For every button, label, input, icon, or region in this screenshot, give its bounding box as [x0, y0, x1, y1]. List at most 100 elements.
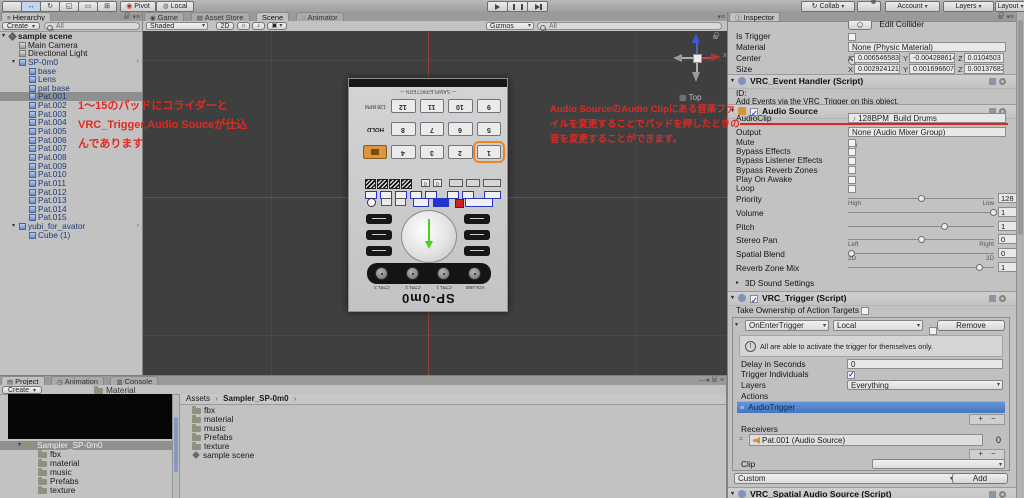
- component-header-vrc-trigger[interactable]: ▾VRC_Trigger (Script): [728, 291, 1016, 307]
- action-item-audiotrigger[interactable]: ≡ AudioTrigger: [737, 401, 1005, 413]
- center-z-field[interactable]: 0.0104503: [963, 53, 1004, 63]
- help-icon[interactable]: [989, 490, 996, 498]
- sampler-device-model[interactable]: — SAMPLE/PATTERN — 128 BPM HOLD 12 11 10 9 8…: [348, 78, 508, 312]
- slider-track[interactable]: [848, 195, 994, 202]
- slider-value-field[interactable]: 128: [998, 193, 1016, 203]
- axis-cone-west[interactable]: [673, 54, 682, 62]
- 2d-toggle-button[interactable]: 2D: [216, 22, 234, 30]
- tree-item[interactable]: music: [0, 467, 172, 477]
- asset-item[interactable]: material: [192, 414, 726, 424]
- remove-button[interactable]: Remove: [937, 320, 1005, 331]
- prefab-arrow-icon[interactable]: ›: [137, 222, 139, 231]
- hand-tool-button[interactable]: [2, 1, 22, 12]
- asset-item[interactable]: fbx: [192, 405, 726, 415]
- slider-track[interactable]: [847, 250, 994, 258]
- slider-track[interactable]: [848, 208, 997, 216]
- hierarchy-item[interactable]: ▾ SP-0m0 ›: [0, 58, 142, 67]
- lock-icon[interactable]: [998, 12, 1004, 19]
- move-gizmo-arrowhead[interactable]: [424, 241, 433, 249]
- audioclip-field[interactable]: ♪ 128BPM_Build Drums: [848, 113, 1006, 123]
- hierarchy-create-button[interactable]: Create ▾: [2, 22, 40, 30]
- foldout-icon[interactable]: ▾: [12, 222, 19, 231]
- remove-action-button[interactable]: −: [991, 414, 996, 423]
- slider-value-field[interactable]: 0: [998, 234, 1016, 245]
- panel-menu-icon[interactable]: ▾≡: [132, 14, 140, 21]
- scene-canvas[interactable]: x z ▦ Top — SAMPLE/PATTERN — 128 BPM HOL…: [143, 31, 727, 375]
- move-tool-button[interactable]: ↔: [21, 1, 41, 12]
- scale-tool-button[interactable]: ◱: [59, 1, 79, 12]
- gear-icon[interactable]: [999, 77, 1006, 85]
- device-pad[interactable]: 7: [419, 122, 444, 136]
- slider-value-field[interactable]: 1: [998, 261, 1016, 272]
- device-pad[interactable]: 8: [391, 122, 416, 136]
- slider-thumb[interactable]: [918, 236, 925, 244]
- audio-toggle-button[interactable]: ♪: [252, 22, 265, 30]
- axis-center-cube[interactable]: [693, 54, 702, 63]
- size-z-field[interactable]: 0.001376825: [963, 64, 1004, 74]
- project-create-button[interactable]: Create ▾: [2, 385, 42, 394]
- prefab-arrow-icon[interactable]: ›: [137, 58, 139, 67]
- draw-mode-dropdown[interactable]: Shaded: [146, 22, 208, 30]
- hierarchy-item[interactable]: Pat.010: [0, 170, 142, 179]
- scrollbar-thumb[interactable]: [1018, 20, 1023, 235]
- scrollbar-thumb[interactable]: [174, 417, 178, 472]
- tree-item[interactable]: texture: [0, 485, 172, 495]
- hierarchy-item[interactable]: Lens: [0, 75, 142, 84]
- randomize-checkbox[interactable]: [929, 326, 937, 335]
- axis-cone-south[interactable]: [692, 72, 700, 82]
- breadcrumb-current[interactable]: Sampler_SP-0m0: [223, 394, 288, 403]
- layers-dropdown[interactable]: Layers ▾: [943, 1, 994, 12]
- receiver-object-field[interactable]: Pat.001 (Audio Source): [749, 434, 983, 446]
- tab-inspector[interactable]: ⓘ Inspector: [729, 12, 781, 22]
- help-icon[interactable]: [989, 77, 996, 85]
- gear-icon[interactable]: [999, 490, 1006, 498]
- play-button[interactable]: [487, 1, 508, 12]
- project-scrollbar[interactable]: [172, 394, 180, 498]
- asset-item[interactable]: music: [192, 423, 726, 433]
- collab-dropdown[interactable]: ↻ Collab ▾: [801, 1, 855, 12]
- clip-dropdown[interactable]: [872, 459, 1005, 469]
- hierarchy-item[interactable]: ▾ yubi_for_avator ›: [0, 222, 142, 231]
- foldout-icon[interactable]: ▾: [735, 321, 742, 328]
- slider-value-field[interactable]: 1: [998, 206, 1016, 217]
- tree-item-root-folder[interactable]: ▾ Sampler_SP-0m0: [0, 440, 172, 450]
- move-gizmo-y-axis[interactable]: [428, 219, 430, 241]
- checkbox[interactable]: [848, 175, 856, 184]
- help-icon[interactable]: [989, 294, 996, 302]
- hierarchy-item[interactable]: Directional Light: [0, 49, 142, 58]
- checkbox[interactable]: [848, 157, 856, 166]
- hierarchy-item[interactable]: Pat.008: [0, 153, 142, 162]
- tab-animator[interactable]: ◌ Animator: [295, 12, 344, 22]
- center-y-field[interactable]: -0.004288614: [909, 53, 956, 63]
- device-pad[interactable]: 10: [448, 99, 473, 113]
- trigger-individuals-checkbox[interactable]: [847, 370, 855, 379]
- remove-receiver-button[interactable]: −: [991, 449, 996, 458]
- hierarchy-item[interactable]: Pat.012: [0, 187, 142, 197]
- device-pad[interactable]: 9: [476, 99, 501, 113]
- hierarchy-item[interactable]: Pat.013: [0, 196, 142, 205]
- hierarchy-item[interactable]: Pat.009: [0, 161, 142, 171]
- lock-icon[interactable]: [711, 376, 718, 382]
- hierarchy-item[interactable]: Cube (1): [0, 230, 142, 240]
- physic-material-field[interactable]: None (Physic Material): [848, 42, 1006, 52]
- layers-dropdown-field[interactable]: Everything: [847, 380, 1003, 390]
- pause-button[interactable]: [507, 1, 528, 12]
- rect-tool-button[interactable]: ▭: [78, 1, 98, 12]
- breadcrumb-assets[interactable]: Assets: [186, 394, 210, 403]
- device-pad[interactable]: 1: [472, 141, 505, 163]
- foldout-icon[interactable]: ▾: [12, 58, 19, 67]
- add-button[interactable]: Add: [952, 473, 1008, 484]
- tab-project[interactable]: ▤ Project: [1, 376, 45, 386]
- tree-item[interactable]: Prefabs: [0, 476, 172, 486]
- step-button[interactable]: [527, 1, 548, 12]
- panel-menu-icon[interactable]: ▾≡: [1006, 14, 1014, 21]
- hierarchy-item[interactable]: Pat.011: [0, 179, 142, 188]
- checkbox[interactable]: [848, 148, 856, 156]
- axis-cone-x[interactable]: [711, 53, 721, 61]
- hierarchy-item[interactable]: pat base: [0, 84, 142, 93]
- axis-cone-z[interactable]: [692, 33, 700, 43]
- hierarchy-item[interactable]: base: [0, 66, 142, 76]
- tab-game[interactable]: ◉ Game: [144, 12, 185, 22]
- lighting-toggle-button[interactable]: ☼: [237, 22, 250, 30]
- panel-menu-icon[interactable]: ▾≡: [717, 14, 725, 21]
